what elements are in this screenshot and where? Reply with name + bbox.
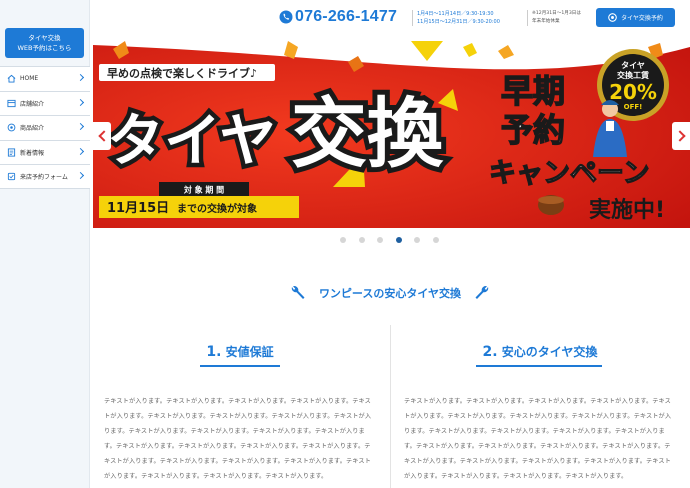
hours-line-2: 11月15日〜12月31日／9:30-20:00 — [417, 19, 500, 25]
chevron-right-icon — [76, 73, 85, 82]
slider-dot-active[interactable] — [395, 237, 402, 243]
phone-icon — [279, 10, 293, 24]
web-reservation-label-1: タイヤ交換 — [28, 34, 61, 42]
column-underline — [476, 365, 602, 367]
campaign-banner: 早めの点検で楽しくドライブ♪ タイヤ タイヤ 交換 交換 対 象 期 間 11月… — [93, 37, 690, 228]
banner-side-text-3: キャンペーン — [489, 158, 650, 189]
banner-tagline: 早めの点検で楽しくドライブ♪ — [107, 66, 257, 80]
tire-reservation-label: タイヤ交換予約 — [621, 15, 663, 22]
slider-dot[interactable] — [377, 237, 383, 243]
form-icon — [7, 172, 16, 180]
store-icon — [7, 99, 16, 107]
slider-dot[interactable] — [358, 237, 365, 243]
slider-next-button[interactable] — [672, 122, 690, 150]
chevron-right-icon — [76, 147, 85, 155]
column-divider — [390, 325, 391, 488]
tire-icon — [608, 13, 617, 22]
slider-dots — [340, 237, 451, 243]
sidebar-item-label: 新着情報 — [20, 149, 45, 157]
sidebar-item-label: HOME — [20, 75, 39, 83]
sidebar-item-home[interactable]: HOME — [0, 66, 90, 91]
web-reservation-button[interactable]: タイヤ交換 WEB予約はこちら — [5, 28, 84, 58]
sidebar-item-label: 店舗紹介 — [20, 100, 45, 108]
section-title-text: ワンピースの安心タイヤ交換 — [318, 287, 462, 300]
wrench-icon — [475, 286, 489, 299]
column-heading-1: 1. 安値保証 — [180, 343, 300, 360]
column-number: 1. — [206, 344, 222, 360]
period-text: までの交換が対象 — [177, 202, 257, 215]
badge-line-1: タイヤ — [621, 60, 645, 70]
column-underline — [200, 365, 280, 367]
home-icon — [7, 75, 16, 83]
hero-slider[interactable]: 早めの点検で楽しくドライブ♪ タイヤ タイヤ 交換 交換 対 象 期 間 11月… — [93, 37, 690, 228]
chevron-left-icon — [97, 130, 110, 142]
product-icon — [7, 123, 16, 132]
web-reservation-label-2: WEB予約はこちら — [17, 44, 72, 52]
sidebar-item-label: 商品紹介 — [20, 125, 45, 133]
slider-dot[interactable] — [340, 237, 346, 243]
tire-reservation-button[interactable]: タイヤ交換予約 — [596, 8, 675, 27]
column-title: 安心のタイヤ交換 — [501, 345, 598, 359]
business-hours: 1月4日〜11月14日／9:30-19:30 11月15日〜12月31日／9:3… — [412, 10, 522, 26]
badge-off: OFF! — [624, 103, 643, 111]
slider-prev-button[interactable] — [93, 122, 111, 150]
news-icon — [7, 148, 16, 157]
sidebar-item-news[interactable]: 新着情報 — [0, 139, 90, 164]
chevron-right-icon — [673, 130, 686, 142]
chevron-right-icon — [76, 122, 85, 131]
column-body-1: テキストが入ります。テキストが入ります。テキストが入ります。テキストが入ります。… — [104, 398, 372, 480]
sidebar-item-reservation-form[interactable]: 来店予約フォーム — [0, 164, 90, 189]
holiday-note-line-1: ※12月31日〜1月3日は — [532, 11, 581, 16]
sidebar-item-store[interactable]: 店舗紹介 — [0, 90, 90, 115]
chevron-right-icon — [76, 171, 85, 180]
column-title: 安値保証 — [225, 345, 274, 359]
banner-side-text-1: 早期 — [501, 72, 565, 110]
badge-line-2: 交換工賃 — [617, 70, 649, 80]
column-number: 2. — [482, 344, 498, 360]
banner-side-text-2: 予約 — [501, 111, 565, 149]
phone-number: 076-266-1477 — [295, 8, 398, 25]
slider-dot[interactable] — [414, 237, 420, 243]
wrench-icon — [291, 286, 305, 299]
chevron-right-icon — [76, 98, 85, 106]
holiday-note: ※12月31日〜1月3日は 年末年始休業 — [527, 10, 581, 26]
sidebar-item-label: 来店予約フォーム — [20, 173, 68, 181]
column-heading-2: 2. 安心のタイヤ交換 — [470, 343, 610, 360]
period-label: 対 象 期 間 — [183, 185, 224, 195]
phone-link[interactable]: 076-266-1477 — [279, 8, 397, 26]
badge-percent: 20% — [609, 80, 657, 104]
banner-main-text: タイヤ — [107, 108, 276, 174]
holiday-note-line-2: 年末年始休業 — [532, 19, 560, 24]
sidebar: タイヤ交換 WEB予約はこちら HOME 店舗紹介 商品紹介 新着情報 来店予約… — [0, 0, 90, 488]
banner-side-text-4: 実施中! — [589, 197, 665, 223]
section-title: ワンピースの安心タイヤ交換 — [275, 284, 505, 302]
hours-line-1: 1月4日〜11月14日／9:30-19:30 — [417, 11, 494, 17]
column-body-2: テキストが入ります。テキストが入ります。テキストが入ります。テキストが入ります。… — [404, 398, 672, 480]
sidebar-nav: HOME 店舗紹介 商品紹介 新着情報 来店予約フォーム — [0, 66, 90, 189]
period-date: 11月15日 — [107, 201, 169, 216]
sidebar-item-products[interactable]: 商品紹介 — [0, 115, 90, 140]
slider-dot[interactable] — [432, 237, 439, 243]
banner-big-text: 交換 — [291, 89, 444, 178]
